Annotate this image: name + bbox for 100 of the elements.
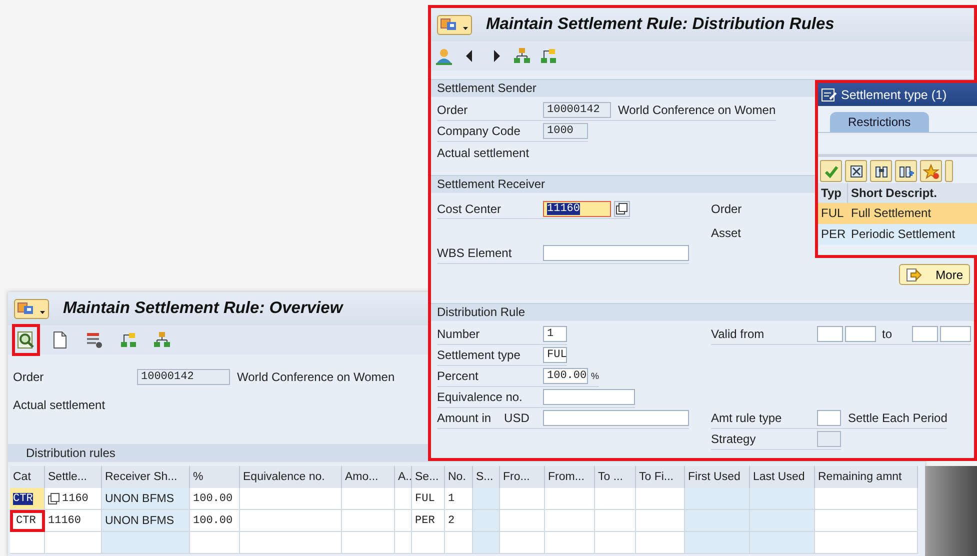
column-header[interactable]: Settle... xyxy=(45,466,102,488)
toolbar-button[interactable] xyxy=(895,160,917,182)
hierarchy-icon[interactable] xyxy=(153,331,171,349)
unit-label: USD xyxy=(504,411,530,425)
field-note: Settle Each Period xyxy=(848,411,948,425)
field-label: Actual settlement xyxy=(437,146,530,160)
date-field[interactable] xyxy=(845,326,876,342)
person-icon[interactable] xyxy=(435,47,453,65)
input-field[interactable]: 10000142 xyxy=(543,102,611,118)
order-description: World Conference on Women xyxy=(237,370,395,384)
table-cell[interactable]: FUL xyxy=(818,203,848,224)
table-cell: UNON BFMS xyxy=(102,488,190,510)
field-label: Equivalence no. xyxy=(437,390,524,404)
tab[interactable]: Restrictions xyxy=(830,112,929,132)
window-title: Maintain Settlement Rule: Distribution Rules xyxy=(486,15,834,34)
input-field[interactable]: 11160 xyxy=(543,200,611,216)
input-field[interactable]: 1000 xyxy=(543,123,588,139)
window-menu-button[interactable] xyxy=(14,298,49,318)
column-header[interactable]: A.. xyxy=(395,466,412,488)
field-label: Asset xyxy=(711,226,742,240)
hierarchy-icon[interactable] xyxy=(513,47,531,65)
input-field[interactable] xyxy=(817,431,841,447)
magnifier-icon[interactable] xyxy=(17,331,35,349)
column-header[interactable]: Last Used xyxy=(750,466,815,488)
document-icon[interactable] xyxy=(51,331,69,349)
column-header[interactable]: Receiver Sh... xyxy=(102,466,190,488)
cell-text: 1160 xyxy=(62,492,88,504)
toolbar-button[interactable] xyxy=(845,160,867,182)
table-cell: CTR xyxy=(10,488,45,510)
field-label: Cost Center xyxy=(437,202,502,216)
hierarchy-icon[interactable] xyxy=(119,331,137,349)
star-icon xyxy=(922,162,940,180)
input-field[interactable]: 100.00 xyxy=(543,368,588,384)
column-header[interactable]: Remaining amnt xyxy=(815,466,918,488)
field-label: Amount in xyxy=(437,411,492,425)
column-header[interactable]: Cat xyxy=(10,466,45,488)
column-header[interactable]: Short Descript. xyxy=(848,183,977,203)
field-note: % xyxy=(591,371,600,381)
column-header[interactable]: No. xyxy=(445,466,473,488)
window-title: Maintain Settlement Rule: Overview xyxy=(63,299,343,318)
dropdown-icon xyxy=(40,310,45,314)
column-header[interactable]: To ... xyxy=(595,466,636,488)
column-header[interactable]: Typ xyxy=(818,183,848,203)
date-field[interactable] xyxy=(912,326,938,342)
field-label: WBS Element xyxy=(437,246,513,260)
list-icon[interactable] xyxy=(85,331,103,349)
column-header[interactable]: First Used xyxy=(685,466,750,488)
table-cell: PER xyxy=(412,510,445,532)
more-button[interactable]: More xyxy=(898,264,970,285)
table-cell: FUL xyxy=(412,488,445,510)
value-help-button[interactable] xyxy=(614,200,630,216)
field-label: Percent xyxy=(437,369,480,383)
table-cell: 100.00 xyxy=(190,488,240,510)
table-cell: 1 xyxy=(445,488,473,510)
field-label: Order xyxy=(711,202,743,216)
table-cell[interactable]: PER xyxy=(818,224,848,245)
field-note: World Conference on Women xyxy=(618,103,776,117)
list-icon xyxy=(821,88,837,102)
column-header[interactable]: Fro... xyxy=(500,466,545,488)
dropdown-icon xyxy=(463,26,468,30)
column-header[interactable]: Se... xyxy=(412,466,445,488)
table-cell: UNON BFMS xyxy=(102,510,190,532)
table-cell: 2 xyxy=(445,510,473,532)
input-field[interactable] xyxy=(543,389,635,405)
field-label: Amt rule type xyxy=(711,411,783,425)
table-cell[interactable]: Periodic Settlement xyxy=(848,224,977,245)
arrow-icon xyxy=(906,268,922,282)
toolbar-button[interactable] xyxy=(920,160,942,182)
date-field[interactable] xyxy=(940,326,972,342)
input-field[interactable] xyxy=(543,410,689,426)
field-label: Settlement type xyxy=(437,348,522,362)
copy-icon xyxy=(616,202,628,214)
table-cell[interactable]: Full Settlement xyxy=(848,203,977,224)
column-header[interactable]: Amo... xyxy=(342,466,395,488)
input-field[interactable]: 1 xyxy=(543,326,567,342)
field-label: Order xyxy=(437,103,469,117)
input-field[interactable]: FUL xyxy=(543,347,567,363)
field-label: Company Code xyxy=(437,124,522,138)
section-header: Distribution Rule xyxy=(431,303,974,321)
field-label: Strategy xyxy=(711,432,757,446)
toolbar-button[interactable] xyxy=(870,160,892,182)
value-help-icon[interactable] xyxy=(48,492,60,504)
field-label: Number xyxy=(437,327,481,341)
field-label: Order xyxy=(13,370,45,384)
column-header[interactable]: % xyxy=(190,466,240,488)
column-header[interactable]: S... xyxy=(473,466,500,488)
date-field[interactable] xyxy=(817,326,843,342)
field-label: to xyxy=(882,327,892,341)
table-cell: CTR xyxy=(10,510,45,532)
column-header[interactable]: To Fi... xyxy=(636,466,685,488)
cancel-icon xyxy=(848,162,864,180)
table-cell: 11160 xyxy=(45,510,102,532)
input-field[interactable] xyxy=(543,245,689,261)
input-field[interactable] xyxy=(817,410,841,426)
field-label: Valid from xyxy=(711,327,766,341)
column-header[interactable]: Equivalence no. xyxy=(240,466,342,488)
column-header[interactable]: From... xyxy=(545,466,595,488)
hierarchy-icon[interactable] xyxy=(539,47,557,65)
order-field: 10000142 xyxy=(137,369,230,385)
window-menu-button[interactable] xyxy=(437,14,472,34)
